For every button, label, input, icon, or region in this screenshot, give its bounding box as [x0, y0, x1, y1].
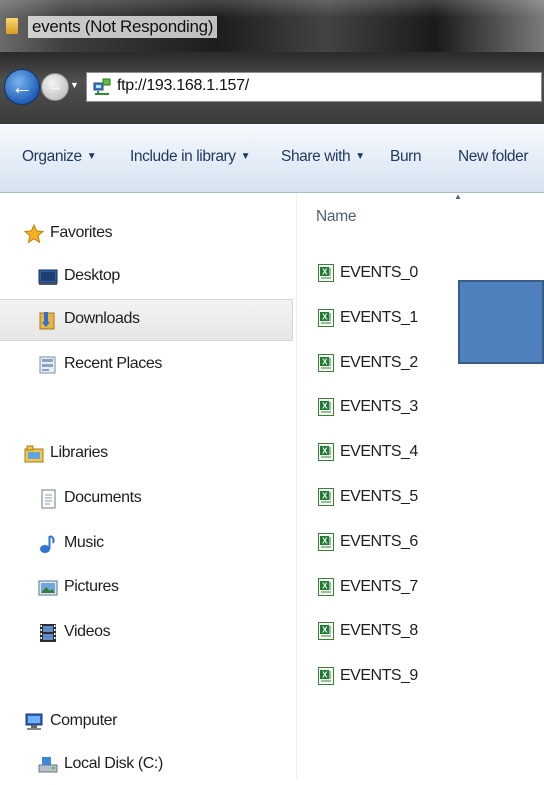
organize-label: Organize — [22, 148, 82, 165]
file-name: EVENTS_8 — [340, 622, 418, 640]
chevron-down-icon: ▼ — [240, 151, 251, 162]
nav-desktop[interactable]: Desktop — [0, 257, 292, 297]
libraries-icon — [24, 445, 44, 463]
documents-icon — [41, 489, 56, 509]
music-note-icon — [40, 535, 55, 553]
nav-label: Music — [64, 534, 104, 551]
nav-label: Recent Places — [64, 355, 162, 372]
excel-file-icon: X — [318, 308, 334, 327]
command-bar: Organize ▼ Include in library ▼ Share with… — [0, 124, 544, 193]
desktop-icon — [38, 269, 58, 285]
nav-label: Pictures — [64, 578, 119, 595]
nav-pictures[interactable]: Pictures — [0, 568, 292, 608]
excel-file-icon: X — [318, 577, 334, 596]
excel-file-icon: X — [318, 398, 334, 417]
pane-divider[interactable] — [296, 193, 297, 780]
column-header-name[interactable]: Name — [316, 208, 356, 226]
recent-places-icon — [39, 356, 56, 374]
computer-icon — [25, 713, 43, 730]
folder-icon — [6, 18, 18, 34]
videos-film-icon — [40, 624, 56, 642]
address-field[interactable]: ftp://193.168.1.157/ — [86, 72, 542, 102]
include-in-library-button[interactable]: Include in library ▼ — [130, 148, 251, 166]
file-name: EVENTS_3 — [340, 398, 418, 416]
include-in-library-label: Include in library — [130, 148, 236, 165]
file-name: EVENTS_2 — [340, 353, 418, 371]
nav-documents[interactable]: Documents — [0, 479, 292, 519]
nav-videos[interactable]: Videos — [0, 613, 292, 653]
nav-label: Documents — [64, 489, 142, 506]
network-location-icon — [93, 78, 111, 95]
excel-file-icon: X — [318, 264, 334, 282]
nav-computer[interactable]: Computer — [0, 702, 292, 742]
window-title: events (Not Responding) — [28, 16, 218, 38]
file-name: EVENTS_9 — [340, 667, 418, 685]
excel-file-icon: X — [318, 667, 334, 686]
title-bar[interactable]: events (Not Responding) — [0, 0, 544, 52]
sort-ascending-icon: ▲ — [454, 192, 462, 201]
back-arrow-icon[interactable]: ← — [4, 69, 40, 105]
burn-button[interactable]: Burn — [390, 148, 422, 166]
file-name: EVENTS_7 — [340, 577, 418, 595]
local-disk-icon — [38, 757, 58, 773]
file-name: EVENTS_1 — [340, 308, 418, 326]
organize-button[interactable]: Organize ▼ — [22, 148, 97, 166]
forward-arrow-icon[interactable]: → — [41, 73, 69, 101]
nav-label: Computer — [50, 712, 118, 729]
excel-file-icon: X — [318, 353, 334, 372]
nav-label: Videos — [64, 623, 111, 640]
address-path: ftp://193.168.1.157/ — [117, 77, 249, 94]
nav-label: Desktop — [64, 267, 120, 284]
excel-file-icon: X — [318, 443, 334, 462]
downloads-folder-icon — [39, 312, 55, 330]
nav-recent-places[interactable]: Recent Places — [0, 345, 292, 385]
excel-file-icon: X — [318, 622, 334, 641]
file-name: EVENTS_6 — [340, 532, 418, 550]
recent-pages-dropdown-icon[interactable]: ▼ — [70, 80, 79, 90]
excel-file-icon: X — [318, 488, 334, 506]
chevron-down-icon: ▼ — [86, 151, 97, 162]
nav-libraries[interactable]: Libraries — [0, 434, 292, 474]
chevron-down-icon: ▼ — [355, 151, 365, 162]
file-name: EVENTS_5 — [340, 488, 418, 505]
navigation-pane: Favorites Desktop Downloads Recent Place… — [0, 193, 296, 780]
nav-favorites[interactable]: Favorites — [0, 214, 292, 254]
overlay-rectangle — [458, 280, 544, 364]
nav-local-disk[interactable]: Local Disk (C:) — [0, 745, 292, 785]
file-name: EVENTS_0 — [340, 264, 418, 281]
excel-file-icon: X — [318, 532, 334, 551]
star-icon — [24, 224, 44, 244]
nav-label: Favorites — [50, 224, 113, 241]
pictures-icon — [38, 580, 58, 596]
new-folder-button[interactable]: New folder — [458, 148, 528, 166]
nav-label: Local Disk (C:) — [64, 755, 163, 772]
nav-music[interactable]: Music — [0, 524, 292, 564]
file-name: EVENTS_4 — [340, 443, 418, 461]
share-with-label: Share with — [281, 148, 351, 165]
nav-label: Libraries — [50, 444, 108, 461]
address-bar-area: ← → ▼ ftp://193.168.1.157/ — [0, 52, 544, 124]
nav-downloads[interactable]: Downloads — [0, 299, 293, 341]
nav-label: Downloads — [64, 310, 140, 327]
share-with-button[interactable]: Share with ▼ — [281, 148, 365, 166]
